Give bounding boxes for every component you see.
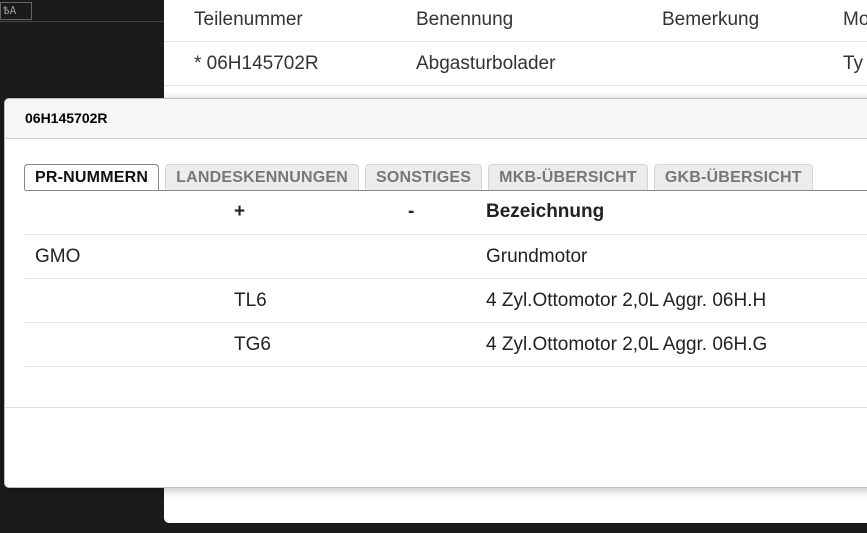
tab-landeskennungen[interactable]: LANDESKENNUNGEN [165,164,360,190]
parts-header-bemerkung: Bemerkung [662,9,760,30]
part-detail-dialog: 06H145702R PR-NUMMERN LANDESKENNUNGEN SO… [4,98,867,488]
header-bezeichnung: Bezeichnung [486,201,605,222]
dialog-header: 06H145702R [5,99,867,139]
row-code: GMO [35,246,81,267]
part-model-cell: Ty [843,53,864,74]
row-description: 4 Zyl.Ottomotor 2,0L Aggr. 06H.H [486,290,767,311]
header-plus: + [234,201,246,222]
table-row: GMO Grundmotor [25,235,867,279]
tab-mkb-uebersicht[interactable]: MKB-ÜBERSICHT [488,164,648,190]
dialog-footer-divider [5,407,867,408]
parts-header-teilenummer: Teilenummer [194,9,303,30]
tab-pr-nummern[interactable]: PR-NUMMERN [24,164,160,190]
parts-header-model: Mo [843,9,867,30]
pr-numbers-table: + - Bezeichnung GMO Grundmotor TL6 4 Zyl… [25,190,867,367]
parts-table-row[interactable]: * 06H145702R Abgasturbolader Ty [164,42,867,86]
header-minus: - [408,201,415,222]
table-row: TG6 4 Zyl.Ottomotor 2,0L Aggr. 06H.G [25,323,867,367]
row-plus: TL6 [234,290,267,311]
pr-table-header: + - Bezeichnung [25,191,867,235]
tab-gkb-uebersicht[interactable]: GKB-ÜBERSICHT [653,164,813,190]
part-number-cell[interactable]: * 06H145702R [194,42,319,86]
dialog-title: 06H145702R [25,110,108,126]
table-row: TL6 4 Zyl.Ottomotor 2,0L Aggr. 06H.H [25,279,867,323]
background-glyph-icon: ѢA [0,2,32,20]
row-description: Grundmotor [486,246,588,267]
dialog-tabs: PR-NUMMERN LANDESKENNUNGEN SONSTIGES MKB… [24,164,813,190]
tab-sonstiges[interactable]: SONSTIGES [365,164,483,190]
parts-table-header: Teilenummer Benennung Bemerkung Mo [164,0,867,42]
row-plus: TG6 [234,334,271,355]
row-description: 4 Zyl.Ottomotor 2,0L Aggr. 06H.G [486,334,768,355]
background-toolbar: ѢA [0,0,164,22]
part-name-cell: Abgasturbolader [416,53,556,74]
parts-header-benennung: Benennung [416,9,514,30]
